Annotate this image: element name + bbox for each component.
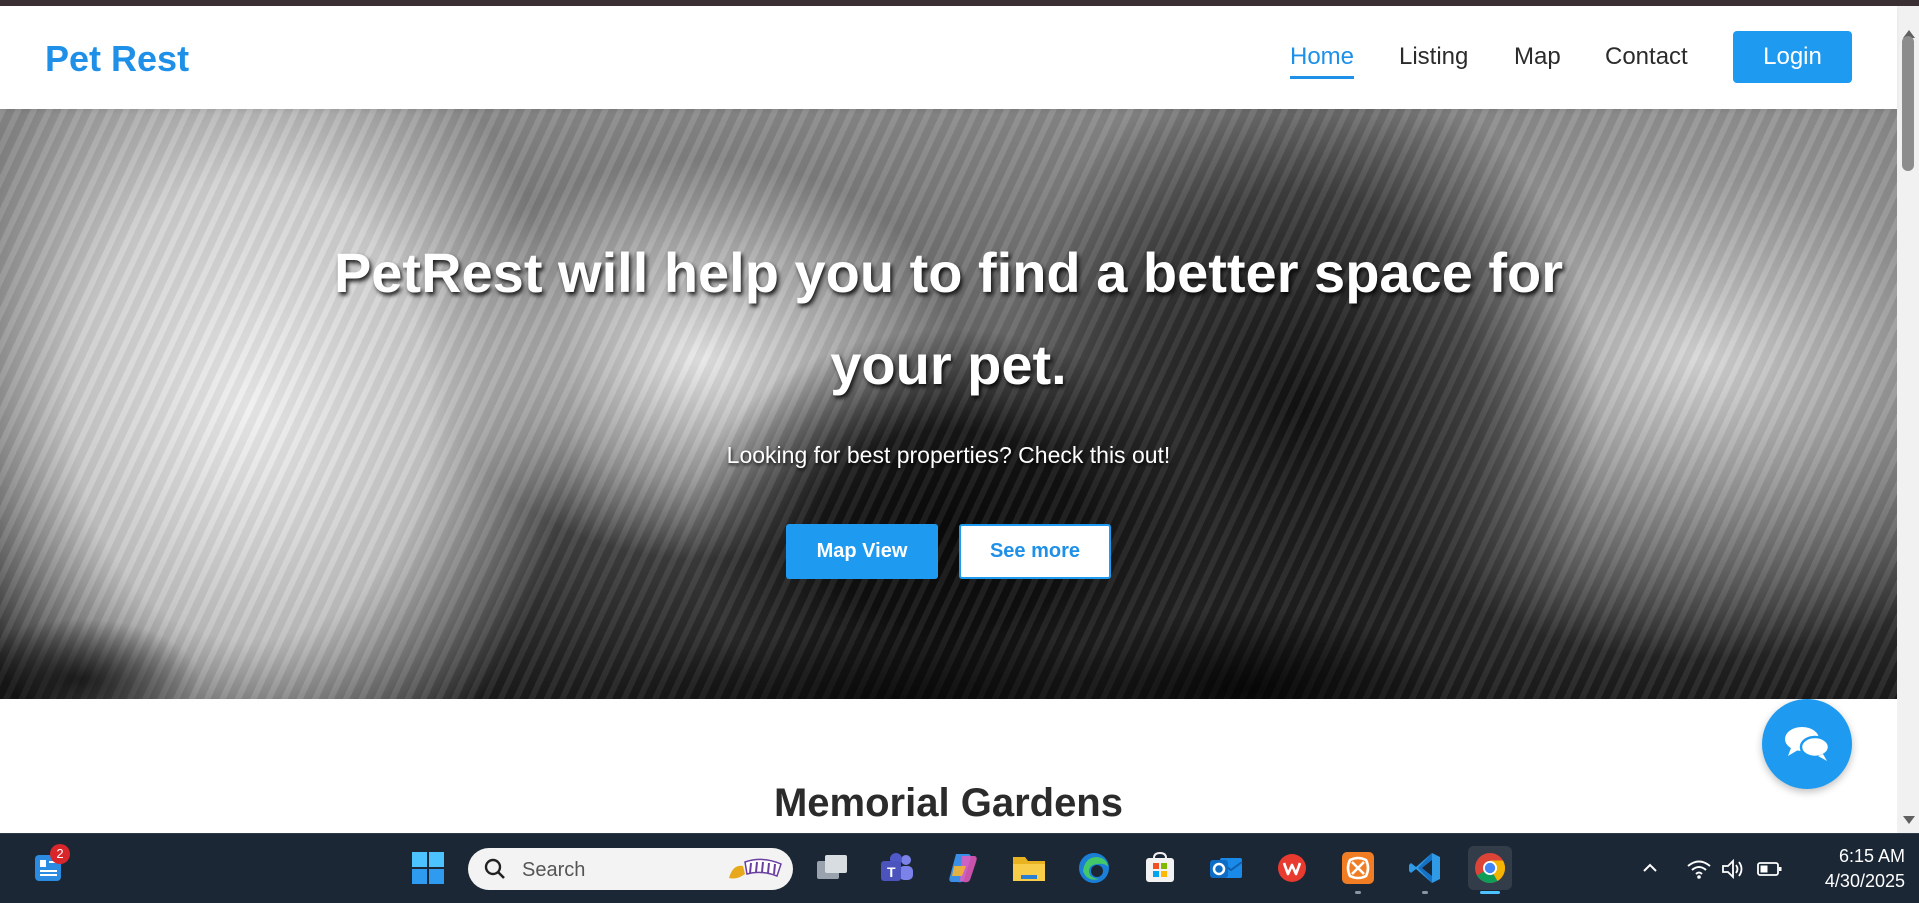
- clock-date[interactable]: 4/30/2025: [1785, 871, 1905, 892]
- teams-button[interactable]: T: [875, 846, 919, 890]
- brand-logo[interactable]: Pet Rest: [45, 38, 189, 80]
- task-view-button[interactable]: [810, 846, 854, 890]
- edge-button[interactable]: [1072, 846, 1116, 890]
- hero-image-foliage: [0, 549, 1897, 699]
- battery-status[interactable]: [1757, 858, 1783, 885]
- svg-text:T: T: [887, 864, 896, 880]
- section-title: Memorial Gardens: [773, 781, 1123, 825]
- chat-bubbles-icon: [1785, 727, 1831, 761]
- vscode-icon: [1409, 853, 1440, 883]
- store-icon: [1146, 852, 1174, 882]
- search-icon: [484, 858, 505, 879]
- chat-button[interactable]: [1762, 699, 1852, 789]
- nav-contact[interactable]: Contact: [1605, 43, 1688, 71]
- search-highlight-icon: [729, 858, 782, 879]
- scroll-down-arrow-icon[interactable]: [1903, 816, 1915, 824]
- edge-icon: [1079, 853, 1109, 883]
- running-indicator: [1355, 891, 1361, 894]
- copilot-button[interactable]: [941, 846, 985, 890]
- active-indicator: [1480, 891, 1500, 894]
- hero-title: PetRest will help you to find a better s…: [333, 241, 1564, 396]
- teams-icon: T: [881, 853, 913, 881]
- start-button[interactable]: [406, 846, 450, 890]
- running-indicator: [1422, 891, 1428, 894]
- scroll-thumb[interactable]: [1902, 36, 1914, 171]
- chevron-up-icon: [1643, 863, 1657, 872]
- search-placeholder: Search: [522, 859, 586, 881]
- file-explorer-button[interactable]: [1007, 846, 1051, 890]
- wps-button[interactable]: [1270, 846, 1314, 890]
- volume-status[interactable]: [1721, 858, 1747, 885]
- hero-subtitle: Looking for best properties? Check this …: [726, 442, 1171, 468]
- file-explorer-icon: [1013, 857, 1045, 881]
- xampp-button[interactable]: [1336, 846, 1380, 894]
- taskbar-search[interactable]: Search: [468, 848, 793, 890]
- wps-office-icon: [1278, 854, 1306, 882]
- copilot-icon: [949, 854, 977, 883]
- hero-banner: PetRest will help you to find a better s…: [0, 109, 1897, 699]
- show-hidden-icons-button[interactable]: [1640, 858, 1660, 883]
- store-button[interactable]: [1138, 846, 1182, 890]
- see-more-button[interactable]: See more: [959, 524, 1111, 579]
- page-scrollbar[interactable]: [1897, 6, 1919, 833]
- wifi-status[interactable]: [1686, 858, 1712, 885]
- nav-map[interactable]: Map: [1514, 43, 1561, 71]
- login-button[interactable]: Login: [1733, 31, 1852, 83]
- vscode-button[interactable]: [1403, 846, 1447, 894]
- taskbar: 2 Search T 6:15 AM 4/30/2025: [0, 833, 1919, 903]
- speaker-icon: [1722, 858, 1743, 880]
- clock-time[interactable]: 6:15 AM: [1805, 846, 1905, 867]
- battery-icon: [1757, 862, 1782, 876]
- map-view-button[interactable]: Map View: [786, 524, 938, 579]
- wifi-icon: [1687, 860, 1711, 879]
- outlook-icon: [1210, 858, 1243, 878]
- chrome-icon: [1475, 853, 1506, 884]
- start-icon: [412, 852, 444, 884]
- outlook-button[interactable]: [1204, 846, 1248, 890]
- notification-badge: 2: [50, 844, 70, 864]
- chrome-button[interactable]: [1468, 846, 1512, 894]
- nav-home[interactable]: Home: [1290, 43, 1355, 79]
- navbar: Pet Rest Home Listing Map Contact Login: [0, 6, 1897, 109]
- nav-listing[interactable]: Listing: [1399, 43, 1468, 71]
- task-view-icon: [817, 855, 847, 879]
- xampp-icon: [1342, 852, 1374, 884]
